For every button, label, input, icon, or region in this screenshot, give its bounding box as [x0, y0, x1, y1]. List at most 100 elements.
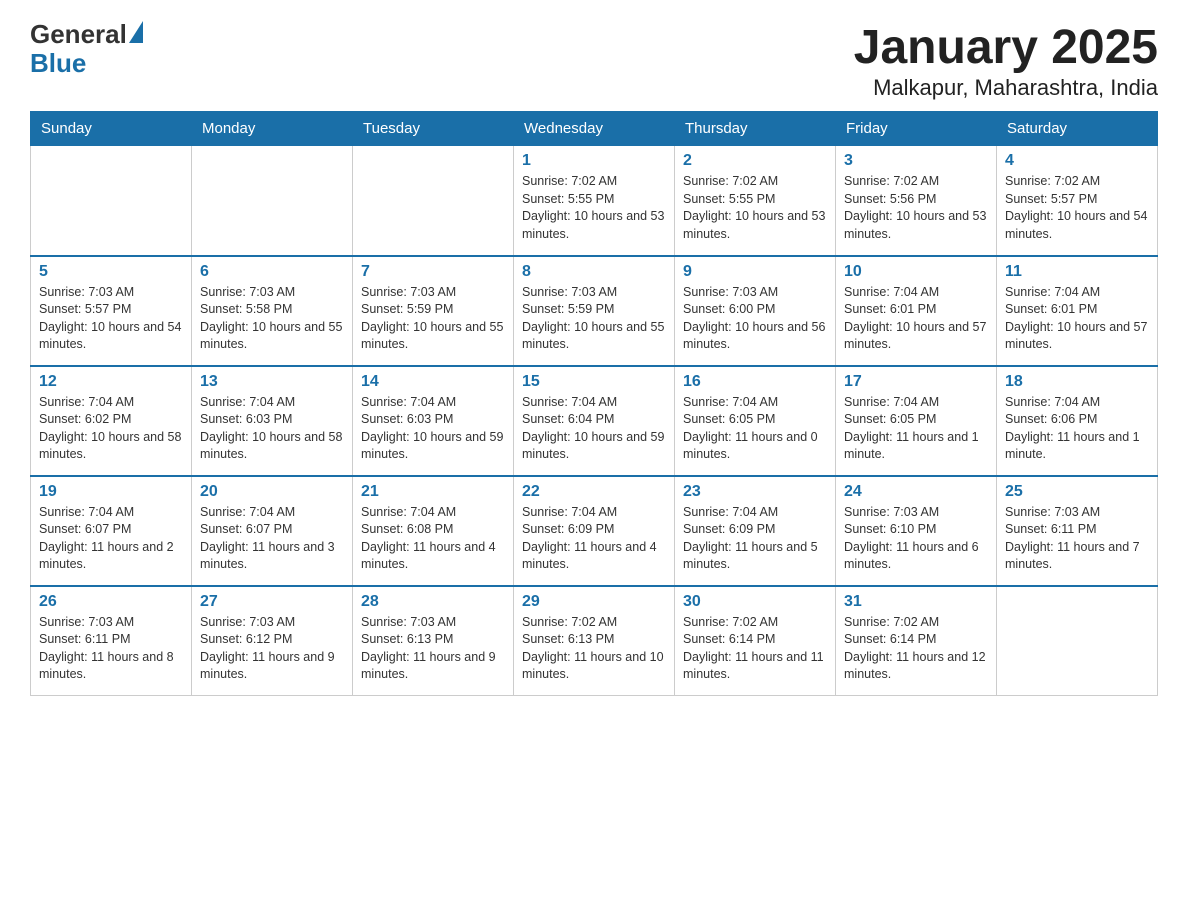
calendar-cell: 18Sunrise: 7:04 AMSunset: 6:06 PMDayligh… [997, 366, 1158, 476]
title-block: January 2025 Malkapur, Maharashtra, Indi… [854, 20, 1158, 101]
day-number: 27 [200, 593, 344, 611]
day-info: Sunrise: 7:02 AMSunset: 6:13 PMDaylight:… [522, 614, 666, 684]
calendar-table: SundayMondayTuesdayWednesdayThursdayFrid… [30, 111, 1158, 696]
day-number: 31 [844, 593, 988, 611]
calendar-cell: 25 Sunrise: 7:03 AMSunset: 6:11 PMDayligh… [997, 476, 1158, 586]
day-info: Sunrise: 7:03 AMSunset: 6:12 PMDaylight:… [200, 614, 344, 684]
calendar-cell: 1Sunrise: 7:02 AMSunset: 5:55 PMDaylight… [514, 146, 675, 256]
calendar-cell [997, 586, 1158, 696]
logo-blue: Blue [30, 49, 143, 78]
calendar-day-header: Wednesday [514, 112, 675, 146]
calendar-day-header: Saturday [997, 112, 1158, 146]
calendar-week-row: 5 Sunrise: 7:03 AMSunset: 5:57 PMDaylight… [31, 256, 1158, 366]
day-info: Sunrise: 7:04 AMSunset: 6:09 PMDaylight:… [522, 504, 666, 574]
day-info: Sunrise: 7:03 AMSunset: 5:59 PMDaylight:… [361, 284, 505, 354]
calendar-cell: 28 Sunrise: 7:03 AMSunset: 6:13 PMDayligh… [353, 586, 514, 696]
calendar-cell: 16 Sunrise: 7:04 AMSunset: 6:05 PMDayligh… [675, 366, 836, 476]
calendar-cell: 13Sunrise: 7:04 AMSunset: 6:03 PMDayligh… [192, 366, 353, 476]
calendar-cell: 14Sunrise: 7:04 AMSunset: 6:03 PMDayligh… [353, 366, 514, 476]
day-info: Sunrise: 7:04 AMSunset: 6:09 PMDaylight:… [683, 504, 827, 574]
day-info: Sunrise: 7:03 AMSunset: 6:13 PMDaylight:… [361, 614, 505, 684]
calendar-cell: 29 Sunrise: 7:02 AMSunset: 6:13 PMDayligh… [514, 586, 675, 696]
calendar-day-header: Monday [192, 112, 353, 146]
calendar-cell: 8 Sunrise: 7:03 AMSunset: 5:59 PMDaylight… [514, 256, 675, 366]
day-number: 22 [522, 483, 666, 501]
day-info: Sunrise: 7:04 AMSunset: 6:05 PMDaylight:… [844, 394, 988, 464]
day-number: 25 [1005, 483, 1149, 501]
day-info: Sunrise: 7:03 AMSunset: 6:11 PMDaylight:… [1005, 504, 1149, 574]
calendar-cell: 10 Sunrise: 7:04 AMSunset: 6:01 PMDayligh… [836, 256, 997, 366]
day-info: Sunrise: 7:03 AMSunset: 5:57 PMDaylight:… [39, 284, 183, 354]
day-info: Sunrise: 7:04 AMSunset: 6:05 PMDaylight:… [683, 394, 827, 464]
day-info: Sunrise: 7:04 AMSunset: 6:01 PMDaylight:… [844, 284, 988, 354]
day-number: 24 [844, 483, 988, 501]
calendar-week-row: 19 Sunrise: 7:04 AMSunset: 6:07 PMDayligh… [31, 476, 1158, 586]
calendar-cell: 15Sunrise: 7:04 AMSunset: 6:04 PMDayligh… [514, 366, 675, 476]
calendar-cell: 11 Sunrise: 7:04 AMSunset: 6:01 PMDayligh… [997, 256, 1158, 366]
day-info: Sunrise: 7:02 AMSunset: 6:14 PMDaylight:… [683, 614, 827, 684]
day-number: 11 [1005, 263, 1149, 281]
page-header: General Blue January 2025 Malkapur, Maha… [30, 20, 1158, 101]
day-number: 21 [361, 483, 505, 501]
day-number: 16 [683, 373, 827, 391]
calendar-cell: 30Sunrise: 7:02 AMSunset: 6:14 PMDayligh… [675, 586, 836, 696]
day-number: 2 [683, 152, 827, 170]
calendar-cell: 5 Sunrise: 7:03 AMSunset: 5:57 PMDaylight… [31, 256, 192, 366]
calendar-cell: 3 Sunrise: 7:02 AMSunset: 5:56 PMDaylight… [836, 146, 997, 256]
day-number: 23 [683, 483, 827, 501]
day-number: 1 [522, 152, 666, 170]
day-number: 26 [39, 593, 183, 611]
calendar-cell: 9 Sunrise: 7:03 AMSunset: 6:00 PMDaylight… [675, 256, 836, 366]
day-info: Sunrise: 7:04 AMSunset: 6:07 PMDaylight:… [39, 504, 183, 574]
day-info: Sunrise: 7:03 AMSunset: 6:11 PMDaylight:… [39, 614, 183, 684]
calendar-week-row: 1 Sunrise: 7:02 AMSunset: 5:55 PMDaylight… [31, 146, 1158, 256]
calendar-cell: 12 Sunrise: 7:04 AMSunset: 6:02 PMDayligh… [31, 366, 192, 476]
calendar-week-row: 12 Sunrise: 7:04 AMSunset: 6:02 PMDayligh… [31, 366, 1158, 476]
calendar-cell: 27 Sunrise: 7:03 AMSunset: 6:12 PMDayligh… [192, 586, 353, 696]
logo: General Blue [30, 20, 143, 77]
day-info: Sunrise: 7:03 AMSunset: 5:59 PMDaylight:… [522, 284, 666, 354]
day-info: Sunrise: 7:02 AMSunset: 5:56 PMDaylight:… [844, 173, 988, 243]
logo-triangle-icon [129, 21, 143, 43]
day-number: 5 [39, 263, 183, 281]
day-number: 6 [200, 263, 344, 281]
day-info: Sunrise: 7:02 AMSunset: 5:55 PMDaylight:… [683, 173, 827, 243]
calendar-cell: 7Sunrise: 7:03 AMSunset: 5:59 PMDaylight… [353, 256, 514, 366]
day-info: Sunrise: 7:04 AMSunset: 6:07 PMDaylight:… [200, 504, 344, 574]
day-info: Sunrise: 7:04 AMSunset: 6:01 PMDaylight:… [1005, 284, 1149, 354]
calendar-cell: 19 Sunrise: 7:04 AMSunset: 6:07 PMDayligh… [31, 476, 192, 586]
day-number: 10 [844, 263, 988, 281]
day-number: 17 [844, 373, 988, 391]
day-info: Sunrise: 7:04 AMSunset: 6:02 PMDaylight:… [39, 394, 183, 464]
day-info: Sunrise: 7:04 AMSunset: 6:06 PMDaylight:… [1005, 394, 1149, 464]
day-number: 13 [200, 373, 344, 391]
calendar-cell: 17 Sunrise: 7:04 AMSunset: 6:05 PMDayligh… [836, 366, 997, 476]
calendar-cell: 6 Sunrise: 7:03 AMSunset: 5:58 PMDaylight… [192, 256, 353, 366]
day-info: Sunrise: 7:03 AMSunset: 5:58 PMDaylight:… [200, 284, 344, 354]
day-info: Sunrise: 7:04 AMSunset: 6:04 PMDaylight:… [522, 394, 666, 464]
day-number: 12 [39, 373, 183, 391]
day-info: Sunrise: 7:02 AMSunset: 6:14 PMDaylight:… [844, 614, 988, 684]
calendar-cell: 23 Sunrise: 7:04 AMSunset: 6:09 PMDayligh… [675, 476, 836, 586]
day-info: Sunrise: 7:02 AMSunset: 5:57 PMDaylight:… [1005, 173, 1149, 243]
page-subtitle: Malkapur, Maharashtra, India [854, 75, 1158, 101]
calendar-cell [192, 146, 353, 256]
calendar-cell: 2 Sunrise: 7:02 AMSunset: 5:55 PMDaylight… [675, 146, 836, 256]
day-number: 8 [522, 263, 666, 281]
calendar-day-header: Tuesday [353, 112, 514, 146]
calendar-header-row: SundayMondayTuesdayWednesdayThursdayFrid… [31, 112, 1158, 146]
day-number: 4 [1005, 152, 1149, 170]
day-number: 9 [683, 263, 827, 281]
day-info: Sunrise: 7:04 AMSunset: 6:08 PMDaylight:… [361, 504, 505, 574]
day-info: Sunrise: 7:03 AMSunset: 6:00 PMDaylight:… [683, 284, 827, 354]
day-number: 29 [522, 593, 666, 611]
day-number: 28 [361, 593, 505, 611]
day-number: 3 [844, 152, 988, 170]
page-title: January 2025 [854, 20, 1158, 75]
day-info: Sunrise: 7:03 AMSunset: 6:10 PMDaylight:… [844, 504, 988, 574]
calendar-cell: 21 Sunrise: 7:04 AMSunset: 6:08 PMDayligh… [353, 476, 514, 586]
calendar-cell: 26 Sunrise: 7:03 AMSunset: 6:11 PMDayligh… [31, 586, 192, 696]
day-info: Sunrise: 7:04 AMSunset: 6:03 PMDaylight:… [361, 394, 505, 464]
calendar-day-header: Thursday [675, 112, 836, 146]
day-number: 19 [39, 483, 183, 501]
